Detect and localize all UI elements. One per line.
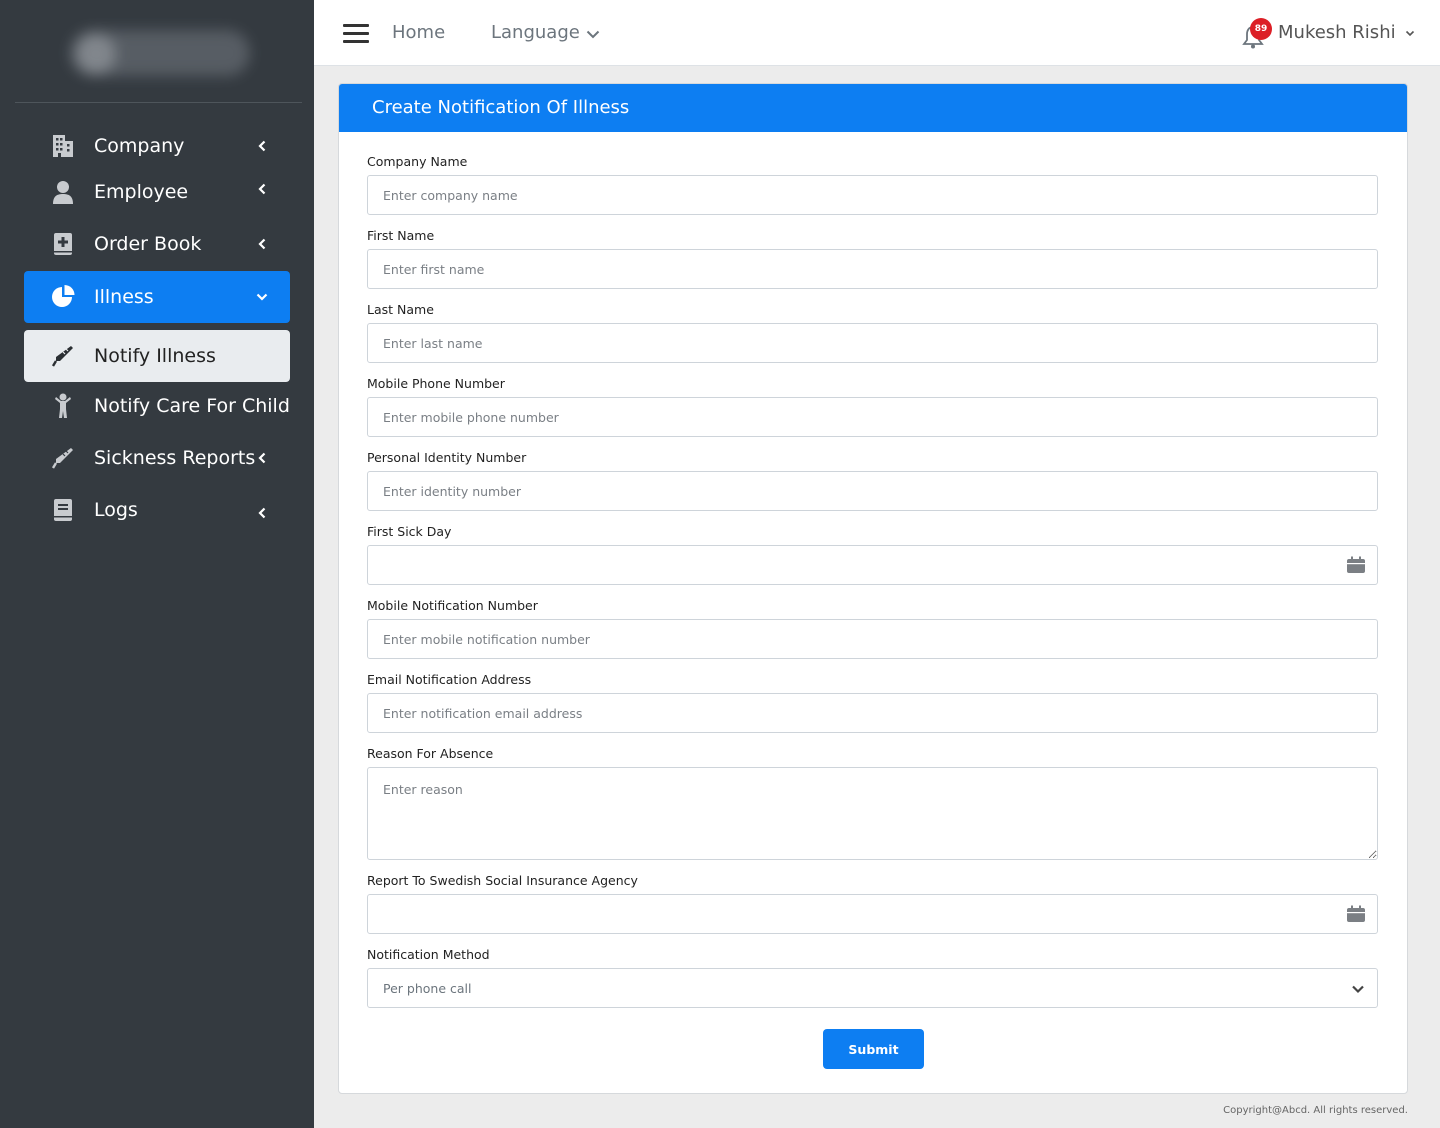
sidebar-item-company[interactable]: Company [24,120,290,172]
thermometer-icon [50,445,76,471]
chevron-down-icon [1406,30,1415,36]
book-icon [50,497,76,523]
email-notification-input[interactable] [367,693,1378,733]
book-medical-icon [50,231,76,257]
chevron-left-icon [256,506,268,520]
calendar-icon[interactable] [1346,556,1366,574]
first-name-label: First Name [367,228,435,243]
pie-chart-icon [50,284,76,310]
identity-number-label: Personal Identity Number [367,450,527,465]
submit-button[interactable]: Submit [823,1029,924,1069]
last-name-label: Last Name [367,302,434,317]
reason-label: Reason For Absence [367,746,494,761]
home-link[interactable]: Home [392,22,445,43]
notification-method-value: Per phone call [383,980,472,996]
mobile-notification-input[interactable] [367,619,1378,659]
mobile-phone-input[interactable] [367,397,1378,437]
mobile-notification-label: Mobile Notification Number [367,598,538,613]
notification-form-card: Create Notification Of Illness Company N… [338,83,1408,1094]
user-name: Mukesh Rishi [1278,22,1396,43]
language-dropdown[interactable]: Language [491,22,600,44]
sidebar-item-label: Order Book [94,233,202,255]
copyright-text: Copyright@Abcd. All rights reserved. [1223,1105,1408,1116]
sidebar-item-label: Logs [94,499,138,521]
reason-textarea[interactable] [367,767,1378,860]
chevron-down-icon [586,23,600,44]
form-title: Create Notification Of Illness [339,84,1407,132]
company-name-label: Company Name [367,154,468,169]
sidebar-item-label: Notify Illness [94,345,216,367]
sidebar-item-label: Illness [94,286,154,308]
chevron-left-icon [256,451,268,465]
sidebar-item-sickness-reports[interactable]: Sickness Reports [24,432,290,484]
chevron-down-icon [256,290,268,304]
report-agency-label: Report To Swedish Social Insurance Agenc… [367,873,638,888]
thermometer-icon [50,343,76,369]
child-icon [50,393,76,419]
language-label: Language [491,22,580,43]
calendar-icon[interactable] [1346,905,1366,923]
report-agency-date-input[interactable] [367,894,1378,934]
sidebar-item-employee[interactable]: Employee [24,166,290,218]
hamburger-menu-icon[interactable] [343,22,369,44]
user-icon [50,179,76,205]
notification-method-select[interactable]: Per phone call [367,968,1378,1008]
identity-number-input[interactable] [367,471,1378,511]
sidebar-divider [15,102,302,103]
first-name-input[interactable] [367,249,1378,289]
sidebar-item-label: Notify Care For Child [94,395,290,417]
first-sick-day-input[interactable] [367,545,1378,585]
sidebar-item-label: Company [94,135,185,157]
first-sick-day-label: First Sick Day [367,524,452,539]
sidebar-item-illness[interactable]: Illness [24,271,290,323]
sidebar-item-label: Employee [94,181,189,203]
sidebar-item-logs[interactable]: Logs [24,484,290,536]
notification-badge: 89 [1250,18,1272,40]
company-name-input[interactable] [367,175,1378,215]
chevron-left-icon [256,182,268,196]
topbar: Home Language 89 Mukesh Rishi [314,0,1440,66]
sidebar-item-notify-care-for-child[interactable]: Notify Care For Child [24,380,290,432]
building-icon [50,133,76,159]
brand-logo[interactable] [70,30,250,76]
user-menu[interactable]: Mukesh Rishi [1278,22,1415,43]
sidebar-item-label: Sickness Reports [94,447,256,469]
sidebar-item-notify-illness[interactable]: Notify Illness [24,330,290,382]
chevron-down-icon [1351,982,1365,996]
notification-method-label: Notification Method [367,947,490,962]
email-notification-label: Email Notification Address [367,672,532,687]
mobile-phone-label: Mobile Phone Number [367,376,505,391]
sidebar: Company Employee Order Book Illness Noti… [0,0,314,1128]
sidebar-item-order-book[interactable]: Order Book [24,218,290,270]
chevron-left-icon [256,237,268,251]
chevron-left-icon [256,139,268,153]
last-name-input[interactable] [367,323,1378,363]
